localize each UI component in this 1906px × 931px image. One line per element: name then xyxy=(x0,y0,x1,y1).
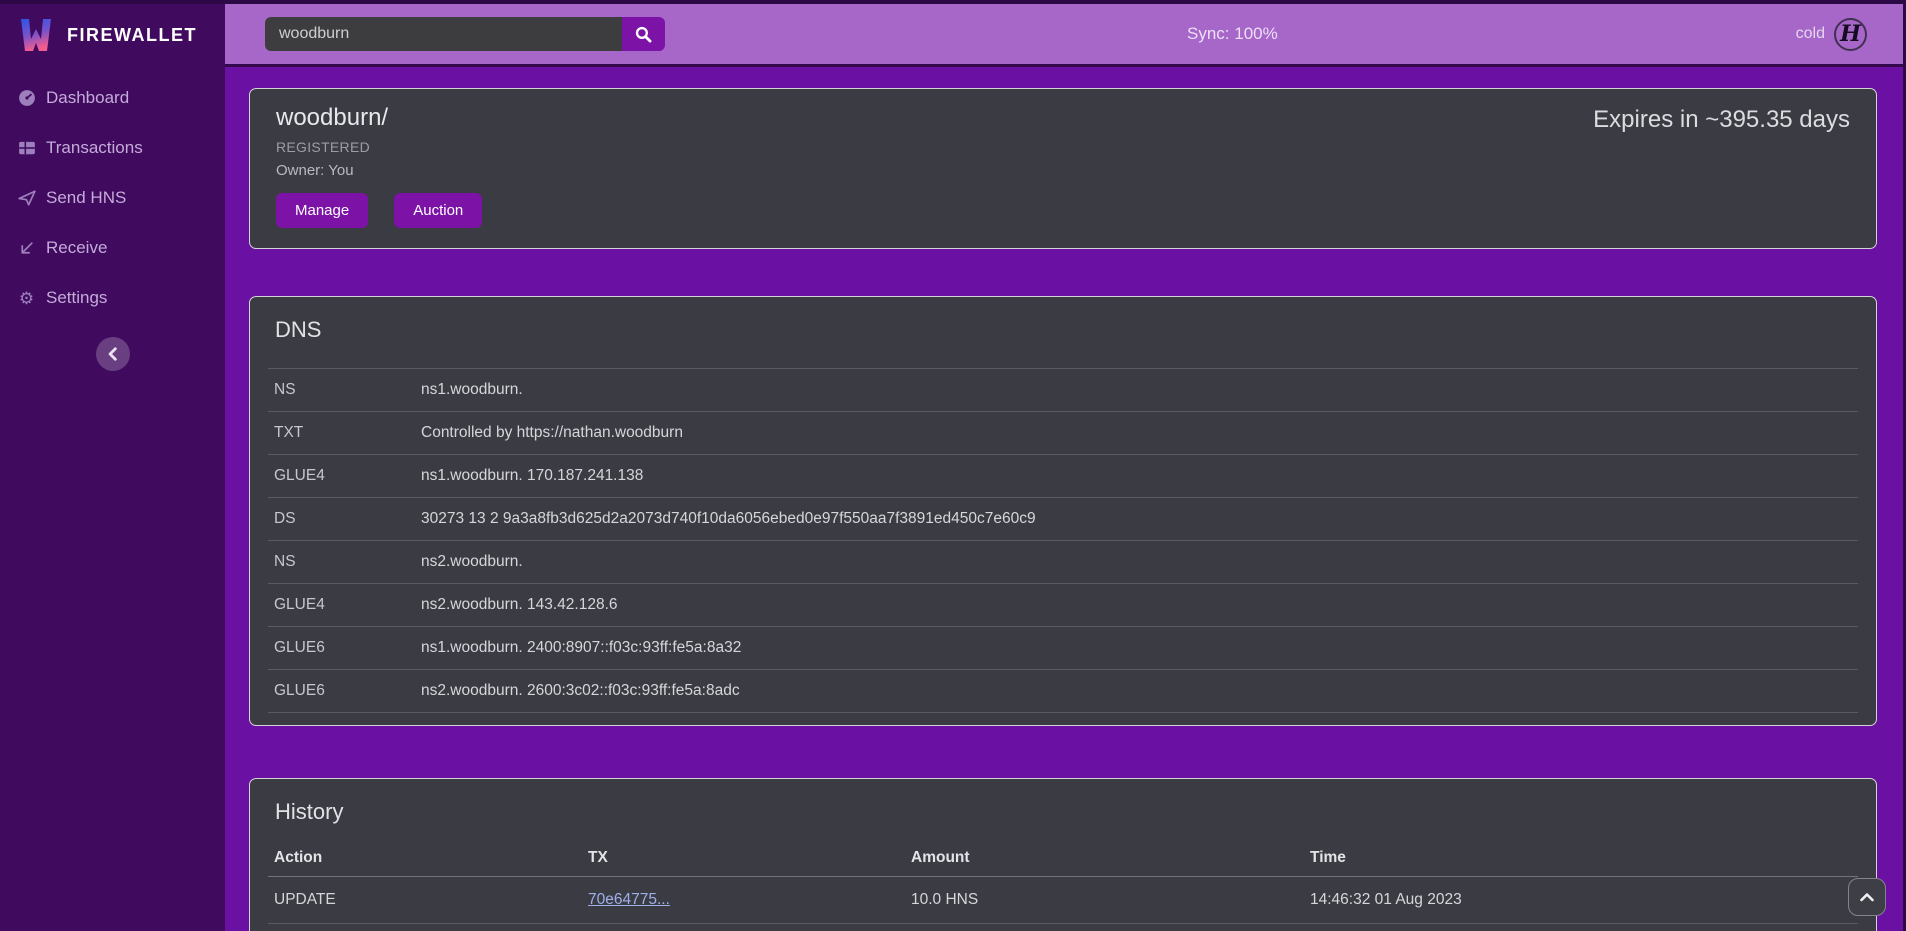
dns-record-value: ns1.woodburn. 170.187.241.138 xyxy=(421,467,1852,485)
domain-status-badge: REGISTERED xyxy=(276,139,1850,155)
history-section-title: History xyxy=(275,799,1858,825)
search-icon xyxy=(635,26,652,43)
manage-button[interactable]: Manage xyxy=(276,193,368,228)
sidebar-item-label: Transactions xyxy=(46,138,143,158)
domain-actions: Manage Auction xyxy=(276,193,1850,228)
history-table: Action TX Amount Time UPDATE 70e64775...… xyxy=(268,840,1858,931)
search-input[interactable] xyxy=(265,17,622,51)
sidebar-item-send-hns[interactable]: Send HNS xyxy=(0,173,225,223)
paper-plane-icon xyxy=(17,189,36,208)
gauge-icon xyxy=(17,89,36,108)
dns-record-type: DS xyxy=(274,510,421,528)
sidebar-item-label: Dashboard xyxy=(46,88,129,108)
history-action: UPDATE xyxy=(274,891,588,909)
dns-record-row: GLUE4 ns2.woodburn. 143.42.128.6 xyxy=(268,583,1858,626)
sidebar-nav: Dashboard Transactions Send HNS Receive xyxy=(0,73,225,323)
gear-icon: ⚙ xyxy=(17,289,36,308)
search-box xyxy=(265,17,665,51)
history-col-time: Time xyxy=(1310,849,1852,867)
tx-link[interactable]: 70e64775... xyxy=(588,891,670,908)
dns-record-type: TXT xyxy=(274,424,421,442)
dns-record-type: NS xyxy=(274,553,421,571)
dns-record-value: ns2.woodburn. 2600:3c02::f03c:93ff:fe5a:… xyxy=(421,682,1852,700)
history-col-amount: Amount xyxy=(911,849,1310,867)
chevron-up-icon xyxy=(1860,892,1874,902)
history-row: RENEW d76e9a... 10.0 HNS 15:47:26 07 Jul… xyxy=(268,924,1858,931)
sidebar-item-label: Settings xyxy=(46,288,107,308)
history-header-row: Action TX Amount Time xyxy=(268,840,1858,877)
app-window: FIREWALLET Dashboard Transactions Send H… xyxy=(0,0,1906,931)
dns-record-value: Controlled by https://nathan.woodburn xyxy=(421,424,1852,442)
firewallet-logo-icon xyxy=(16,15,56,55)
page-content: woodburn/ REGISTERED Owner: You Manage A… xyxy=(225,67,1903,931)
brand-header: FIREWALLET xyxy=(0,4,225,66)
receive-arrow-icon xyxy=(17,239,36,258)
dns-record-value: ns2.woodburn. 143.42.128.6 xyxy=(421,596,1852,614)
dns-card: DNS NS ns1.woodburn. TXT Controlled by h… xyxy=(249,296,1877,726)
dns-record-value: ns2.woodburn. xyxy=(421,553,1852,571)
dns-section-title: DNS xyxy=(275,317,1858,343)
domain-card: woodburn/ REGISTERED Owner: You Manage A… xyxy=(249,88,1877,249)
sidebar-item-receive[interactable]: Receive xyxy=(0,223,225,273)
dns-record-row: NS ns1.woodburn. xyxy=(268,368,1858,411)
sidebar-item-dashboard[interactable]: Dashboard xyxy=(0,73,225,123)
sidebar-collapse-button[interactable] xyxy=(96,337,130,371)
main-area: Sync: 100% cold H woodburn/ REGISTERED O… xyxy=(225,4,1903,931)
history-col-tx: TX xyxy=(588,849,911,867)
sidebar-item-transactions[interactable]: Transactions xyxy=(0,123,225,173)
history-col-action: Action xyxy=(274,849,588,867)
dns-record-row: NS ns2.woodburn. xyxy=(268,540,1858,583)
dns-record-row: GLUE6 ns2.woodburn. 2600:3c02::f03c:93ff… xyxy=(268,669,1858,713)
scroll-to-top-button[interactable] xyxy=(1848,878,1886,916)
dns-record-value: ns1.woodburn. 2400:8907::f03c:93ff:fe5a:… xyxy=(421,639,1852,657)
auction-button[interactable]: Auction xyxy=(394,193,482,228)
brand-name: FIREWALLET xyxy=(67,25,197,46)
history-card: History Action TX Amount Time UPDATE 70e… xyxy=(249,778,1877,931)
dns-record-type: GLUE6 xyxy=(274,682,421,700)
wallet-name: cold xyxy=(1796,25,1825,43)
dns-record-type: GLUE4 xyxy=(274,596,421,614)
chevron-left-icon xyxy=(107,347,119,361)
dns-record-row: GLUE4 ns1.woodburn. 170.187.241.138 xyxy=(268,454,1858,497)
topbar: Sync: 100% cold H xyxy=(225,4,1903,67)
history-time: 14:46:32 01 Aug 2023 xyxy=(1310,891,1852,909)
dns-record-type: GLUE6 xyxy=(274,639,421,657)
dns-record-row: DS 30273 13 2 9a3a8fb3d625d2a2073d740f10… xyxy=(268,497,1858,540)
history-amount: 10.0 HNS xyxy=(911,891,1310,909)
table-icon xyxy=(17,139,36,158)
dns-record-row: TXT Controlled by https://nathan.woodbur… xyxy=(268,411,1858,454)
sidebar-item-label: Send HNS xyxy=(46,188,126,208)
search-button[interactable] xyxy=(622,17,665,51)
dns-record-type: NS xyxy=(274,381,421,399)
wallet-indicator[interactable]: cold H xyxy=(1796,18,1867,51)
dns-record-row: GLUE6 ns1.woodburn. 2400:8907::f03c:93ff… xyxy=(268,626,1858,669)
sidebar-item-label: Receive xyxy=(46,238,107,258)
sidebar-item-settings[interactable]: ⚙ Settings xyxy=(0,273,225,323)
dns-table: NS ns1.woodburn. TXT Controlled by https… xyxy=(268,368,1858,713)
sidebar: FIREWALLET Dashboard Transactions Send H… xyxy=(0,4,225,931)
dns-record-value: ns1.woodburn. xyxy=(421,381,1852,399)
sync-status: Sync: 100% xyxy=(1187,24,1278,44)
handshake-logo-icon: H xyxy=(1834,18,1867,51)
domain-expiry: Expires in ~395.35 days xyxy=(1593,106,1850,134)
dns-record-type: GLUE4 xyxy=(274,467,421,485)
domain-owner: Owner: You xyxy=(276,162,1850,179)
history-row: UPDATE 70e64775... 10.0 HNS 14:46:32 01 … xyxy=(268,877,1858,924)
dns-record-value: 30273 13 2 9a3a8fb3d625d2a2073d740f10da6… xyxy=(421,510,1852,528)
